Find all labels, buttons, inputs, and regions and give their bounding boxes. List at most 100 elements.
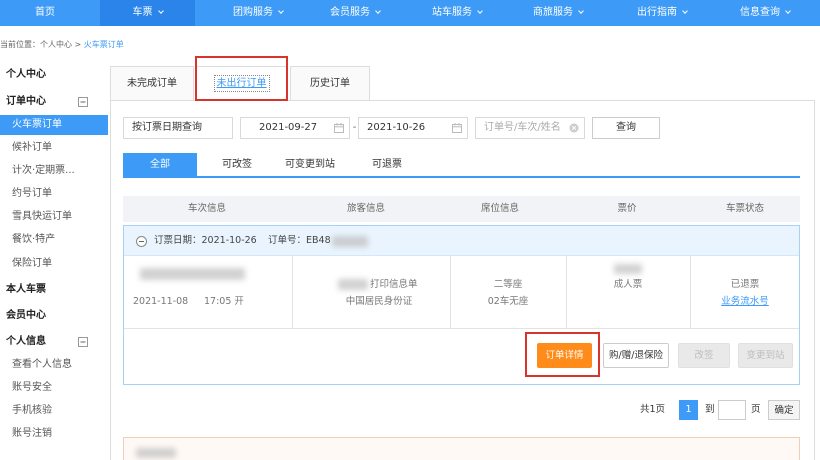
seat-class: 二等座 [493, 279, 523, 290]
change-ticket-button[interactable]: 改签 [678, 343, 730, 368]
query-type-value: 按订票日期查询 [132, 122, 202, 133]
search-placeholder: 订单号/车次/姓名 [484, 122, 561, 133]
date-from-value: 2021-09-27 [259, 122, 318, 133]
nav-item-group-service[interactable]: 团购服务 [208, 0, 308, 26]
cell-divider [690, 256, 691, 328]
chevron-down-icon [375, 8, 381, 14]
date-to-input[interactable]: 2021-10-26 [358, 117, 468, 139]
calendar-icon[interactable] [452, 123, 462, 133]
sidebar-header-personal-center[interactable]: 个人中心 [6, 65, 46, 85]
status-tab-changeable[interactable]: 可改签 [205, 153, 269, 176]
order-search-input[interactable]: 订单号/车次/姓名 [475, 117, 585, 139]
nav-item-label: 首页 [35, 7, 55, 18]
query-type-select[interactable]: 按订票日期查询 [123, 117, 307, 139]
serial-number-link[interactable]: 业务流水号 [690, 295, 800, 309]
breadcrumb-current: 火车票订单 [83, 40, 124, 49]
nav-item-label: 商旅服务 [533, 7, 573, 18]
calendar-icon[interactable] [334, 123, 344, 133]
nav-item-station-service[interactable]: 站车服务 [407, 0, 507, 26]
travel-date: 2021-11-08 [133, 296, 189, 307]
nav-item-tickets[interactable]: 车票 [100, 0, 195, 26]
redacted-train-info [140, 268, 245, 280]
passenger-id-type: 中国居民身份证 [345, 296, 413, 307]
status-tab-refundable[interactable]: 可退票 [355, 153, 419, 176]
sidebar-item-pass-tickets[interactable]: 计次·定期票... [12, 161, 75, 181]
sidebar-header-my-tickets[interactable]: 本人车票 [6, 280, 46, 300]
ticket-status: 已退票 [730, 279, 760, 290]
pagination-total: 共1页 [640, 404, 666, 415]
sidebar-item-insurance-orders[interactable]: 保险订单 [12, 254, 52, 274]
sidebar-item-ski-express-orders[interactable]: 雪具快运订单 [12, 207, 72, 227]
redacted-passenger-name [338, 279, 368, 290]
status-tab-underline [123, 176, 800, 178]
nav-item-member-service[interactable]: 会员服务 [305, 0, 405, 26]
sidebar-item-phone-verification[interactable]: 手机核验 [12, 401, 52, 421]
tab-unfinished-orders[interactable]: 未完成订单 [110, 66, 194, 101]
top-nav-bar: 首页 车票 团购服务 会员服务 站车服务 商旅服务 出行指南 信息查询 [0, 0, 820, 26]
chevron-down-icon [785, 8, 791, 14]
annotation-highlight-box [195, 56, 288, 101]
nav-item-info-query[interactable]: 信息查询 [715, 0, 815, 26]
chevron-down-icon [278, 8, 284, 14]
sidebar-item-view-personal-info[interactable]: 查看个人信息 [12, 355, 72, 375]
sidebar-group-order-center[interactable]: 订单中心 [6, 92, 46, 112]
print-info-label: 打印信息单 [370, 279, 418, 290]
pagination-page-button[interactable]: 1 [679, 400, 698, 420]
chevron-down-icon [682, 8, 688, 14]
sidebar-header-member-center[interactable]: 会员中心 [6, 306, 46, 326]
seat-number: 02车无座 [487, 296, 529, 307]
sidebar-item-account-cancellation[interactable]: 账号注销 [12, 424, 52, 444]
chevron-down-icon [578, 8, 584, 14]
order-number: 订单号：EB48 [268, 226, 331, 256]
cell-divider [292, 256, 293, 328]
table-header-passenger: 旅客信息 [346, 203, 385, 214]
pagination-page-input[interactable] [718, 400, 746, 420]
tab-history-orders[interactable]: 历史订单 [290, 66, 370, 101]
sidebar-item-food-specialty[interactable]: 餐饮·特产 [12, 230, 55, 250]
booking-date-value: 2021-10-26 [201, 235, 257, 246]
table-header-price: 票价 [617, 203, 637, 214]
breadcrumb-prefix[interactable]: 当前位置：个人中心 > [0, 40, 84, 49]
cell-divider [450, 256, 451, 328]
nav-item-label: 团购服务 [233, 7, 273, 18]
collapse-icon[interactable] [78, 97, 88, 107]
order-number-value: EB48 [306, 235, 331, 246]
departure-time: 17:05 开 [204, 296, 244, 307]
order-number-label: 订单号： [268, 235, 307, 246]
tab-label: 未完成订单 [127, 78, 177, 89]
table-header-train: 车次信息 [187, 203, 226, 214]
nav-item-label: 站车服务 [432, 7, 472, 18]
redacted-price [614, 264, 642, 274]
booking-date-label: 订票日期： [154, 235, 202, 246]
sidebar-item-waitlist-orders[interactable]: 候补订单 [12, 138, 52, 158]
tab-label: 历史订单 [310, 78, 350, 89]
pagination-goto-label: 到 [705, 404, 715, 415]
pagination-confirm-button[interactable]: 确定 [768, 400, 800, 420]
sidebar-item-reserve-orders[interactable]: 约号订单 [12, 184, 52, 204]
collapse-icon[interactable] [78, 337, 88, 347]
annotation-highlight-box [525, 332, 600, 377]
clear-icon[interactable] [569, 123, 579, 133]
status-tab-change-station[interactable]: 可变更到站 [275, 153, 345, 176]
sidebar-item-train-orders[interactable]: 火车票订单 [0, 115, 108, 135]
nav-item-label: 会员服务 [330, 7, 370, 18]
insurance-button[interactable]: 购/赠/退保险 [603, 343, 669, 368]
nav-item-home[interactable]: 首页 [0, 0, 95, 26]
table-header-status: 车票状态 [725, 203, 764, 214]
date-range-separator: - [352, 122, 357, 133]
date-from-input[interactable]: 2021-09-27 [240, 117, 350, 139]
breadcrumb: 当前位置：个人中心 > 火车票订单 [0, 39, 124, 51]
redacted-tips-text [136, 448, 176, 458]
booking-date: 订票日期：2021-10-26 [154, 226, 257, 256]
sidebar-group-personal-info[interactable]: 个人信息 [6, 332, 46, 352]
collapse-circle-icon[interactable] [136, 236, 147, 247]
status-tab-all[interactable]: 全部 [123, 153, 197, 176]
tips-box [123, 437, 800, 460]
pagination-page-unit: 页 [751, 404, 761, 415]
nav-item-business-service[interactable]: 商旅服务 [508, 0, 608, 26]
query-button[interactable]: 查询 [592, 117, 660, 139]
change-station-button[interactable]: 变更到站 [738, 343, 793, 368]
sidebar-item-account-security[interactable]: 账号安全 [12, 378, 52, 398]
date-to-value: 2021-10-26 [367, 122, 426, 133]
nav-item-travel-guide[interactable]: 出行指南 [612, 0, 712, 26]
